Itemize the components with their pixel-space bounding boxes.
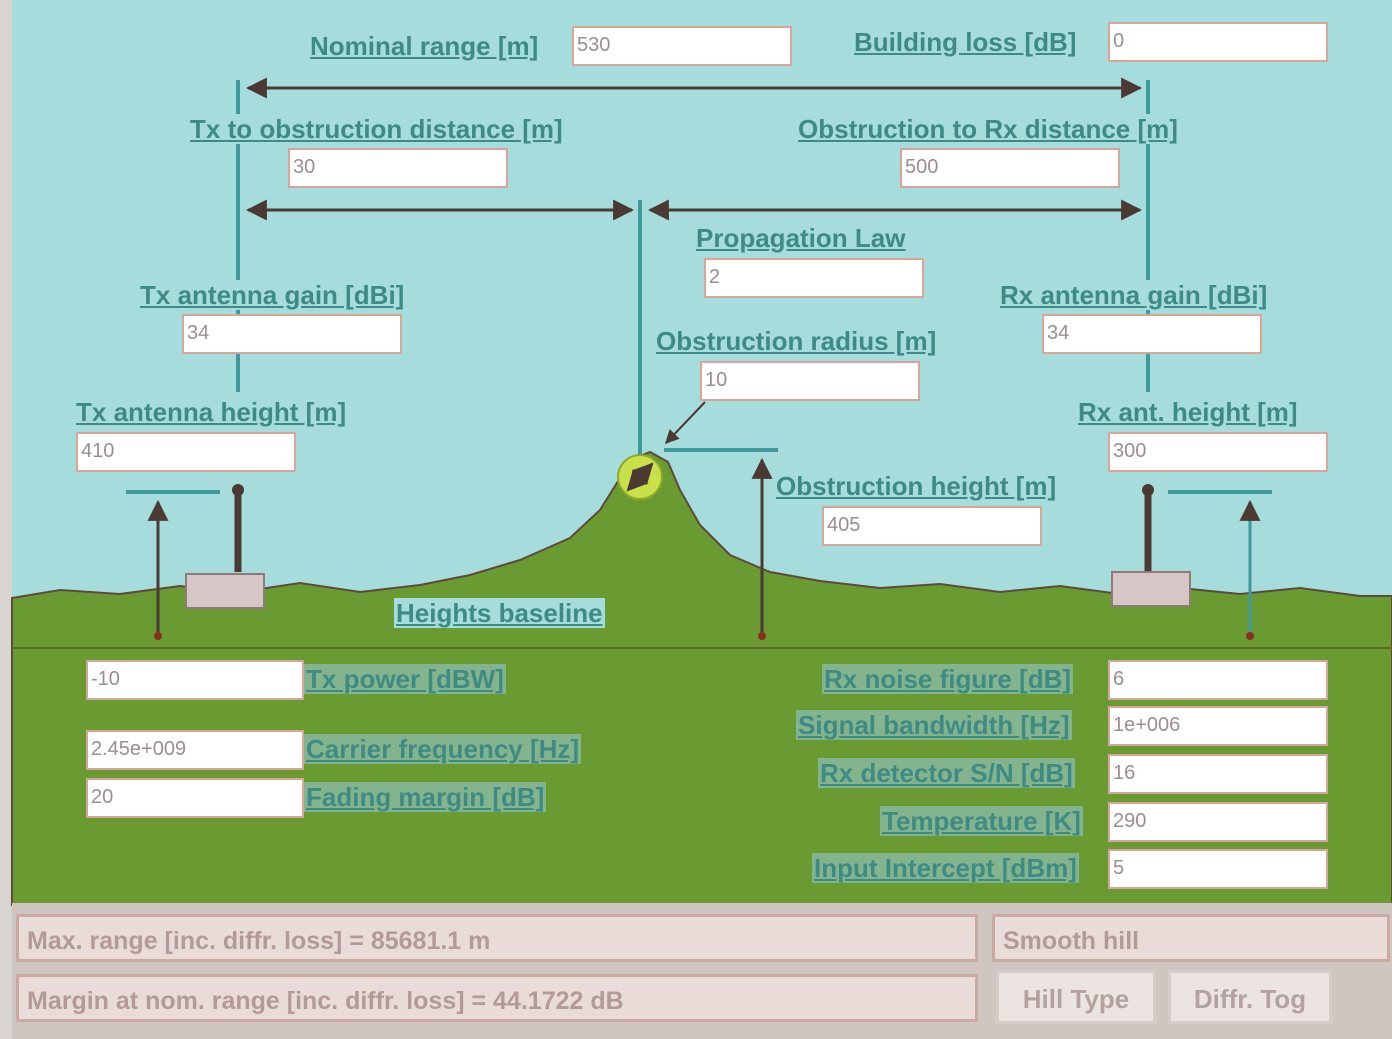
diffraction-calculator-window: Nominal range [m] 530 Building loss [dB]… [0, 0, 1392, 1039]
obstruction-radius-field[interactable]: 10 [700, 361, 920, 401]
rx-station-box [1111, 571, 1191, 607]
rx-base-dot [1246, 632, 1254, 640]
nominal-range-label: Nominal range [m] [308, 31, 541, 61]
obstruction-height-label: Obstruction height [m] [774, 471, 1059, 501]
temperature-field[interactable]: 290 [1108, 802, 1328, 842]
carrier-frequency-field[interactable]: 2.45e+009 [86, 730, 304, 770]
rx-antenna-height-field[interactable]: 300 [1108, 432, 1328, 472]
obstruction-rx-distance-field[interactable]: 500 [900, 148, 1120, 188]
nominal-range-field[interactable]: 530 [572, 26, 792, 66]
propagation-law-label: Propagation Law [694, 223, 908, 253]
signal-bandwidth-field[interactable]: 1e+006 [1108, 706, 1328, 746]
rx-detector-sn-label: Rx detector S/N [dB] [818, 758, 1075, 788]
hill-type-button[interactable]: Hill Type [996, 970, 1156, 1024]
fading-margin-label: Fading margin [dB] [304, 782, 547, 812]
obstruction-base-dot [758, 632, 766, 640]
margin-readout: Margin at nom. range [inc. diffr. loss] … [16, 974, 978, 1022]
diffraction-toggle-button[interactable]: Diffr. Tog [1168, 970, 1332, 1024]
obstruction-radius-label: Obstruction radius [m] [654, 326, 939, 356]
tx-station-box [185, 573, 265, 609]
rx-antenna-height-label: Rx ant. height [m] [1076, 397, 1300, 427]
propagation-law-field[interactable]: 2 [704, 258, 924, 298]
tx-obstruction-distance-label: Tx to obstruction distance [m] [188, 114, 565, 144]
building-loss-field[interactable]: 0 [1108, 22, 1328, 62]
input-intercept-field[interactable]: 5 [1108, 849, 1328, 889]
max-range-readout: Max. range [inc. diffr. loss] = 85681.1 … [16, 914, 978, 962]
rx-noise-figure-label: Rx noise figure [dB] [822, 664, 1074, 694]
obstruction-height-field[interactable]: 405 [822, 506, 1042, 546]
rx-noise-figure-field[interactable]: 6 [1108, 660, 1328, 700]
temperature-label: Temperature [K] [880, 806, 1083, 836]
rx-antenna-gain-label: Rx antenna gain [dBi] [998, 280, 1270, 310]
tx-base-dot [154, 632, 162, 640]
rx-antenna-gain-field[interactable]: 34 [1042, 314, 1262, 354]
tx-antenna-gain-field[interactable]: 34 [182, 314, 402, 354]
building-loss-label: Building loss [dB] [852, 27, 1079, 57]
tx-power-field[interactable]: -10 [86, 660, 304, 700]
tx-antenna-gain-label: Tx antenna gain [dBi] [138, 280, 407, 310]
tx-antenna-top [232, 484, 244, 496]
rx-detector-sn-field[interactable]: 16 [1108, 754, 1328, 794]
fading-margin-field[interactable]: 20 [86, 778, 304, 818]
hill-type-readout: Smooth hill [992, 914, 1390, 962]
tx-antenna-height-field[interactable]: 410 [76, 432, 296, 472]
obstruction-rx-distance-label: Obstruction to Rx distance [m] [796, 114, 1180, 144]
tx-power-label: Tx power [dBW] [304, 664, 506, 694]
input-intercept-label: Input Intercept [dBm] [812, 853, 1079, 883]
carrier-frequency-label: Carrier frequency [Hz] [304, 734, 582, 764]
heights-baseline-label: Heights baseline [394, 598, 605, 628]
rx-antenna-top [1142, 484, 1154, 496]
tx-antenna-height-label: Tx antenna height [m] [74, 397, 349, 427]
signal-bandwidth-label: Signal bandwidth [Hz] [796, 710, 1072, 740]
tx-obstruction-distance-field[interactable]: 30 [288, 148, 508, 188]
